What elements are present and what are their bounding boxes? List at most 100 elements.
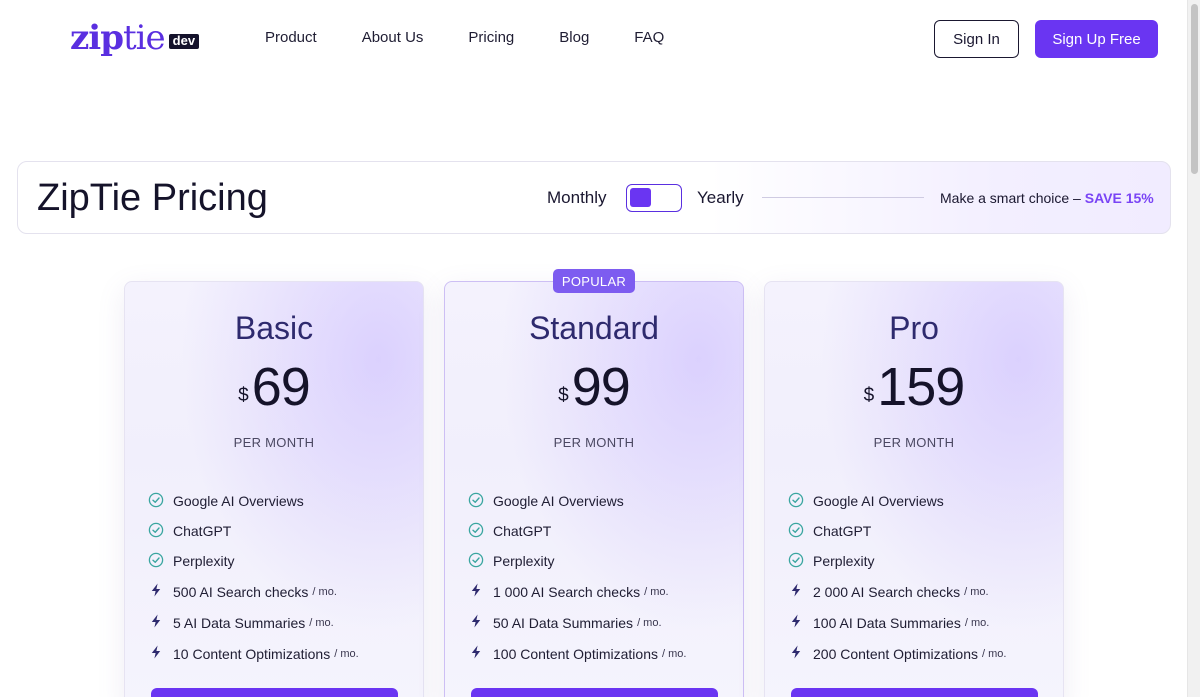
limit-label: 2 000 AI Search checks: [813, 583, 961, 600]
limit-item: 2 000 AI Search checks / mo.: [788, 576, 1048, 607]
limit-label: 5 AI Data Summaries: [173, 614, 306, 631]
check-circle-icon: [468, 522, 493, 541]
limit-item: 50 AI Data Summaries / mo.: [468, 607, 728, 638]
feature-label: ChatGPT: [493, 523, 552, 539]
billing-yearly-label[interactable]: Yearly: [697, 188, 744, 208]
feature-item: Perplexity: [788, 546, 1048, 576]
limit-item: 200 Content Optimizations / mo.: [788, 638, 1048, 669]
pricing-card-basic: Basic $ 69 PER MONTH Google AI Overviews…: [124, 281, 424, 697]
limit-label: 1 000 AI Search checks: [493, 583, 641, 600]
feature-item: Google AI Overviews: [468, 486, 728, 516]
lightning-bolt-icon: [148, 644, 173, 663]
limit-item: 5 AI Data Summaries / mo.: [148, 607, 408, 638]
billing-monthly-label[interactable]: Monthly: [547, 188, 607, 208]
limit-label: 500 AI Search checks: [173, 583, 309, 600]
limit-item: 100 Content Optimizations / mo.: [468, 638, 728, 669]
logo-dev-badge: dev: [168, 34, 200, 49]
plan-name: Standard: [529, 310, 659, 346]
price: $ 99: [445, 358, 743, 416]
limit-label: 50 AI Data Summaries: [493, 614, 634, 631]
choose-plan-button[interactable]: [471, 688, 718, 697]
lightning-bolt-icon: [468, 613, 493, 632]
feature-list: Google AI Overviews ChatGPT Perplexity 1…: [468, 486, 728, 669]
feature-label: Google AI Overviews: [493, 493, 624, 509]
sign-up-free-button[interactable]: Sign Up Free: [1035, 20, 1158, 58]
currency-symbol: $: [863, 385, 875, 406]
limit-unit: / mo.: [964, 585, 989, 598]
limit-item: 10 Content Optimizations / mo.: [148, 638, 408, 669]
pricing-header-bar: ZipTie Pricing Monthly Yearly Make a sma…: [17, 161, 1171, 234]
limit-unit: / mo.: [981, 647, 1007, 660]
feature-list: Google AI Overviews ChatGPT Perplexity 2…: [788, 486, 1048, 669]
feature-label: Perplexity: [813, 553, 875, 569]
feature-item: Google AI Overviews: [148, 486, 408, 516]
check-circle-icon: [788, 492, 813, 511]
site-header: ziptie dev Product About Us Pricing Blog…: [0, 0, 1187, 78]
nav-item-about-us[interactable]: About Us: [362, 29, 424, 47]
feature-list: Google AI Overviews ChatGPT Perplexity 5…: [148, 486, 408, 669]
price: $ 69: [125, 358, 423, 416]
limit-label: 200 Content Optimizations: [813, 645, 978, 662]
check-circle-icon: [148, 522, 173, 541]
feature-item: ChatGPT: [788, 516, 1048, 546]
popular-badge: POPULAR: [553, 269, 635, 293]
feature-item: Perplexity: [468, 546, 728, 576]
nav-item-product[interactable]: Product: [265, 29, 317, 47]
price: $ 159: [765, 358, 1063, 416]
limit-label: 100 AI Data Summaries: [813, 614, 961, 631]
feature-label: ChatGPT: [813, 523, 872, 539]
pricing-card-pro: Pro $ 159 PER MONTH Google AI Overviews …: [764, 281, 1064, 697]
price-amount: 69: [251, 357, 311, 417]
limit-label: 100 Content Optimizations: [493, 645, 658, 662]
limit-unit: / mo.: [661, 647, 687, 660]
promo-save-badge: SAVE 15%: [1084, 190, 1154, 206]
billing-period: PER MONTH: [553, 435, 635, 450]
limit-unit: / mo.: [964, 616, 990, 629]
plan-name: Basic: [234, 310, 314, 346]
price-amount: 159: [877, 357, 965, 417]
limit-unit: / mo.: [637, 616, 662, 629]
sign-in-button[interactable]: Sign In: [934, 20, 1019, 58]
limit-label: 10 Content Optimizations: [173, 645, 331, 662]
nav-item-pricing[interactable]: Pricing: [468, 29, 514, 47]
billing-period-toggle[interactable]: [626, 184, 682, 212]
toggle-knob: [630, 188, 651, 207]
feature-item: ChatGPT: [148, 516, 408, 546]
lightning-bolt-icon: [468, 644, 493, 663]
page-title: ZipTie Pricing: [37, 177, 268, 219]
promo-text: Make a smart choice – SAVE 15%: [940, 189, 1154, 207]
feature-label: Google AI Overviews: [813, 493, 944, 509]
lightning-bolt-icon: [148, 613, 173, 632]
plan-name: Pro: [889, 310, 939, 346]
limit-unit: / mo.: [334, 647, 359, 660]
check-circle-icon: [148, 552, 173, 571]
ziptie-logo[interactable]: ziptie dev: [70, 16, 200, 58]
check-circle-icon: [468, 492, 493, 511]
choose-plan-button[interactable]: [151, 688, 398, 697]
currency-symbol: $: [238, 385, 249, 406]
feature-label: Perplexity: [173, 553, 235, 569]
currency-symbol: $: [558, 385, 569, 406]
lightning-bolt-icon: [788, 582, 813, 601]
nav-item-blog[interactable]: Blog: [559, 29, 589, 47]
logo-wordmark: ziptie: [70, 18, 166, 58]
feature-item: ChatGPT: [468, 516, 728, 546]
pricing-card-standard: Standard $ 99 PER MONTH Google AI Overvi…: [444, 281, 744, 697]
limit-unit: / mo.: [312, 585, 337, 598]
limit-unit: / mo.: [644, 585, 669, 598]
nav-item-faq[interactable]: FAQ: [634, 29, 664, 47]
main-nav: Product About Us Pricing Blog FAQ: [265, 29, 709, 47]
feature-label: ChatGPT: [173, 523, 232, 539]
check-circle-icon: [788, 552, 813, 571]
check-circle-icon: [788, 522, 813, 541]
page-scrollbar[interactable]: [1187, 0, 1200, 697]
scrollbar-thumb[interactable]: [1191, 4, 1198, 174]
lightning-bolt-icon: [148, 582, 173, 601]
check-circle-icon: [148, 492, 173, 511]
feature-item: Perplexity: [148, 546, 408, 576]
lightning-bolt-icon: [788, 644, 813, 663]
feature-label: Perplexity: [493, 553, 555, 569]
limit-item: 1 000 AI Search checks / mo.: [468, 576, 728, 607]
choose-plan-button[interactable]: [791, 688, 1038, 697]
lightning-bolt-icon: [468, 582, 493, 601]
